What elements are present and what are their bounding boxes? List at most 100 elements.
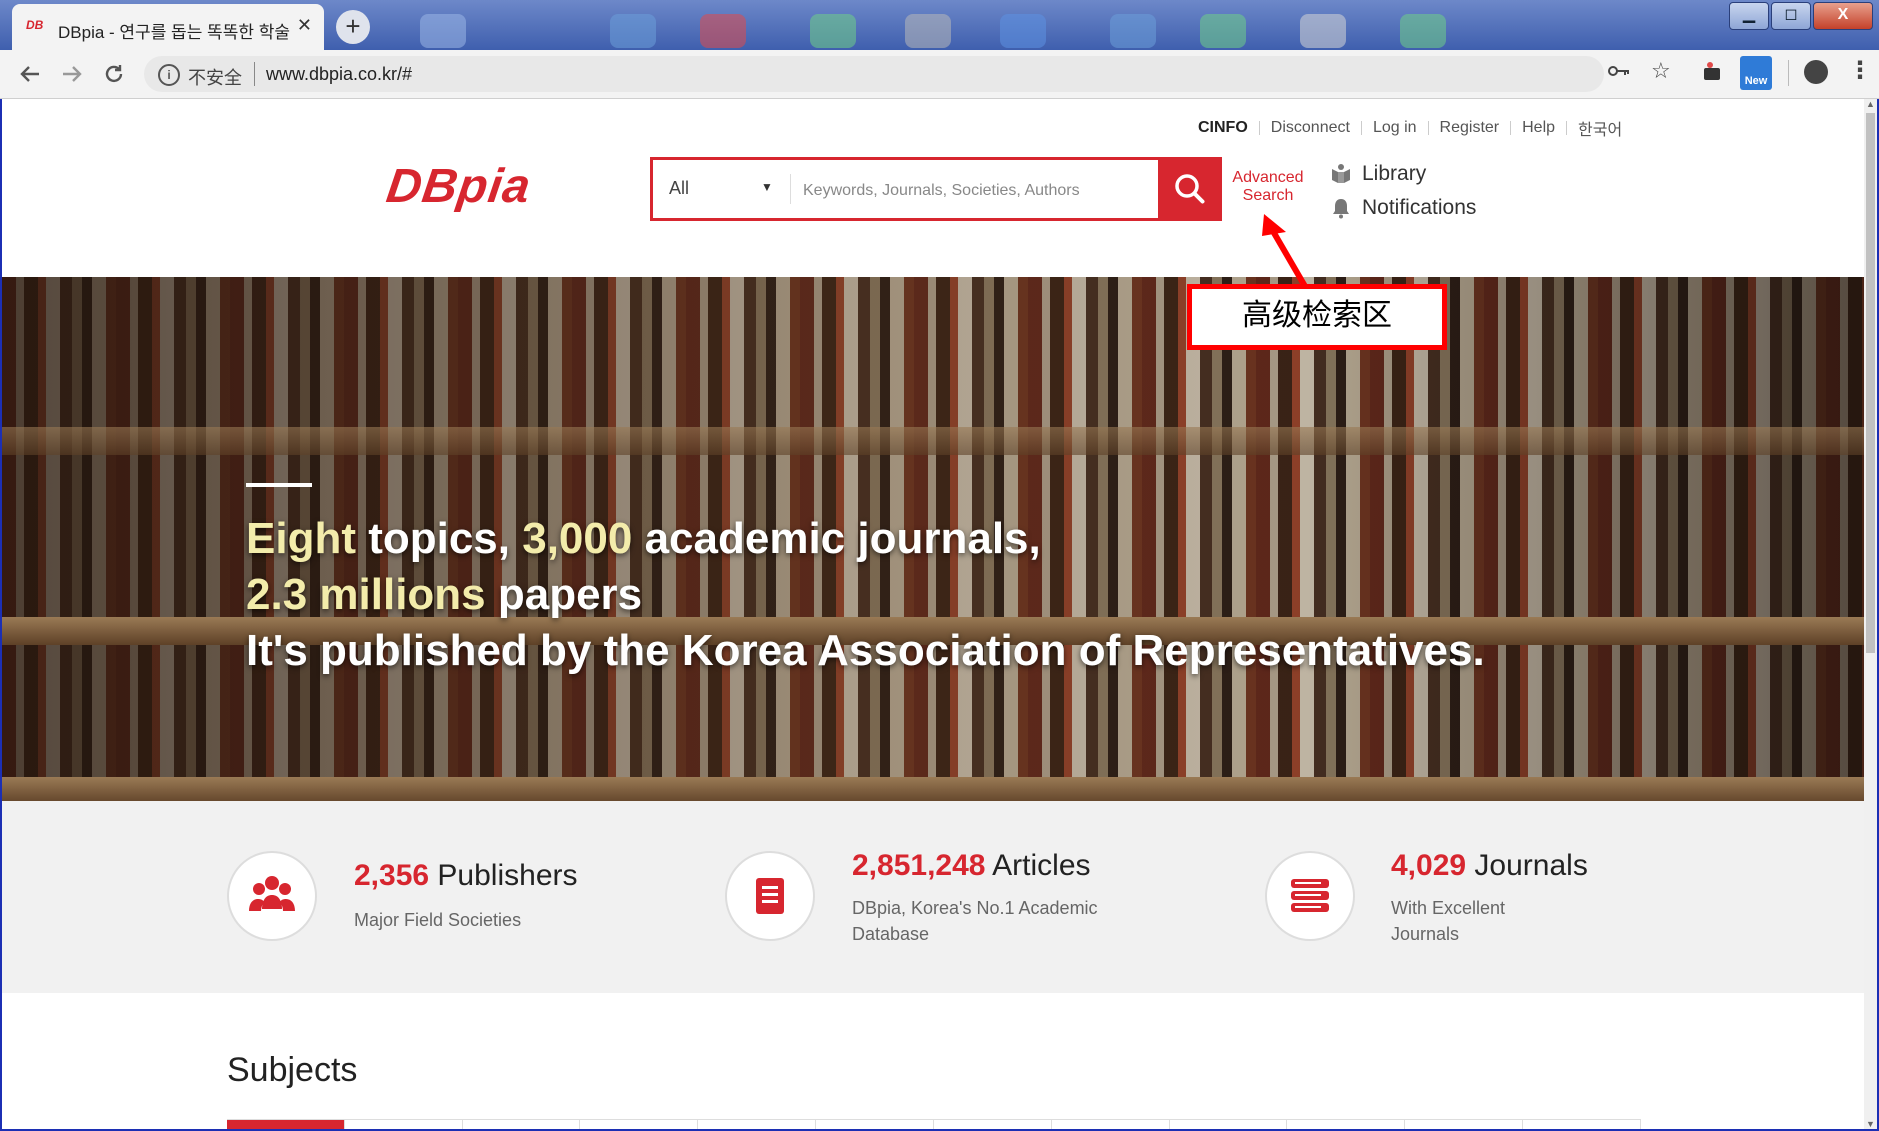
scroll-down-icon[interactable]: ▼: [1866, 1119, 1875, 1129]
subject-tab-active[interactable]: [227, 1120, 345, 1129]
search-separator: [790, 174, 791, 204]
annotation-arrow: [1262, 214, 1309, 290]
toolbar-separator: [1788, 60, 1789, 86]
hero-line-3: It's published by the Korea Association …: [246, 626, 1485, 675]
search-scope-select[interactable]: All: [669, 178, 689, 199]
address-bar[interactable]: i 不安全 www.dbpia.co.kr/#: [144, 56, 1604, 92]
desktop-app-icon: [420, 14, 466, 48]
advanced-search-label-line1: Advanced: [1232, 169, 1304, 186]
hero-line-1: Eight topics, 3,000 academic journals,: [246, 514, 1041, 563]
desktop-app-icon: [610, 14, 656, 48]
language-link[interactable]: 한국어: [1567, 116, 1633, 140]
desktop-app-icon: [810, 14, 856, 48]
utility-links: CINFO Disconnect Log in Register Help 한국…: [1198, 116, 1633, 140]
login-link[interactable]: Log in: [1362, 119, 1428, 137]
new-extension-icon[interactable]: New: [1740, 56, 1772, 90]
desktop-app-icon: [1300, 14, 1346, 48]
articles-count: 2,851,248 Articles: [852, 849, 1091, 882]
register-link[interactable]: Register: [1429, 119, 1511, 137]
bookshelf-decoration: [2, 427, 1864, 455]
subject-tab[interactable]: [580, 1120, 699, 1129]
desktop-app-icon: [1000, 14, 1046, 48]
publishers-desc: Major Field Societies: [354, 910, 522, 930]
new-tab-button[interactable]: +: [336, 10, 370, 44]
search-box: All ▼: [650, 157, 1222, 221]
hero-accent-line: [246, 483, 312, 487]
subject-tab[interactable]: [1523, 1120, 1641, 1129]
insecure-label: 不安全: [188, 68, 242, 88]
arrow-right-icon: [63, 66, 82, 82]
restore-button[interactable]: ◻: [1771, 2, 1811, 30]
subject-tab[interactable]: [1287, 1120, 1406, 1129]
subject-tab[interactable]: [1052, 1120, 1170, 1129]
profile-icon[interactable]: [1804, 60, 1828, 84]
url-separator: [254, 62, 255, 86]
subject-tab[interactable]: [1170, 1120, 1288, 1129]
library-icon: [1332, 164, 1350, 183]
advanced-search-link[interactable]: Advanced Search: [1224, 169, 1312, 205]
close-window-button[interactable]: X: [1813, 2, 1873, 30]
subject-tab[interactable]: [463, 1120, 581, 1129]
books-icon: [1291, 879, 1329, 912]
arrow-left-icon: [20, 66, 39, 82]
desktop-app-icon: [1110, 14, 1156, 48]
subject-tab[interactable]: [934, 1120, 1052, 1129]
hero-headline: Eight topics, 3,000 academic journals, 2…: [246, 511, 1485, 679]
subject-tab[interactable]: [1405, 1120, 1524, 1129]
browser-tab[interactable]: DB DBpia - 연구를 돕는 똑똑한 학술 ✕: [12, 4, 324, 50]
desktop-app-icon: [700, 14, 746, 48]
back-button[interactable]: [14, 58, 46, 90]
window-controls: ▁ ◻ X: [1727, 2, 1873, 30]
document-icon: [756, 878, 784, 914]
search-button[interactable]: [1158, 157, 1222, 221]
key-icon[interactable]: [1608, 62, 1630, 83]
scroll-up-icon[interactable]: ▲: [1866, 99, 1875, 109]
articles-stat-icon: [725, 851, 815, 941]
tab-title: DBpia - 연구를 돕는 똑똑한 학술: [58, 23, 290, 42]
caret-down-icon[interactable]: ▼: [761, 180, 773, 194]
users-icon: [249, 876, 295, 911]
forward-button[interactable]: [56, 58, 88, 90]
desktop-app-icon: [1400, 14, 1446, 48]
minimize-button[interactable]: ▁: [1729, 2, 1769, 30]
screen: DB DBpia - 연구를 돕는 똑똑한 학술 ✕ + ▁ ◻ X i 不安全…: [0, 0, 1879, 1131]
bookshelf-decoration: [2, 777, 1864, 801]
notifications-link[interactable]: Notifications: [1330, 196, 1476, 220]
extension-icon[interactable]: [1702, 60, 1722, 80]
desktop-app-icon: [905, 14, 951, 48]
journals-count: 4,029 Journals: [1391, 849, 1588, 882]
dbpia-logo[interactable]: DBpia: [383, 159, 534, 214]
reload-icon: [105, 65, 123, 83]
scrollbar-thumb[interactable]: [1866, 113, 1875, 653]
url-text[interactable]: www.dbpia.co.kr/#: [266, 64, 412, 85]
journals-stat-icon: [1265, 851, 1355, 941]
bookmark-star-icon[interactable]: ☆: [1651, 58, 1671, 84]
subject-tab[interactable]: [345, 1120, 463, 1129]
info-icon[interactable]: i: [158, 64, 180, 86]
reload-button[interactable]: [98, 58, 130, 90]
publishers-count: 2,356 Publishers: [354, 859, 578, 892]
stats-section: 2,356 Publishers Major Field Societies 2…: [2, 801, 1864, 993]
subject-tabs: [227, 1119, 1641, 1129]
browser-toolbar: i 不安全 www.dbpia.co.kr/#: [0, 50, 1879, 99]
hero-line-2: 2.3 millions papers: [246, 570, 643, 619]
library-link[interactable]: Library: [1330, 162, 1426, 186]
search-icon: [1175, 174, 1205, 204]
disconnect-link[interactable]: Disconnect: [1260, 119, 1361, 137]
subjects-heading: Subjects: [227, 1051, 358, 1089]
subject-tab[interactable]: [816, 1120, 934, 1129]
cinfo-link[interactable]: CINFO: [1198, 119, 1259, 137]
search-input[interactable]: [801, 170, 1105, 212]
desktop-app-icon: [1200, 14, 1246, 48]
publishers-stat-icon: [227, 851, 317, 941]
bell-icon: [1333, 199, 1349, 219]
help-link[interactable]: Help: [1511, 119, 1566, 137]
close-tab-icon[interactable]: ✕: [297, 15, 312, 36]
subject-tab[interactable]: [698, 1120, 817, 1129]
annotation-label: 高级检索区: [1187, 284, 1447, 350]
page-scrollbar[interactable]: ▲ ▼: [1864, 99, 1877, 1129]
browser-menu-icon[interactable]: ⋮: [1848, 56, 1872, 85]
articles-desc: DBpia, Korea's No.1 Academic Database: [852, 898, 1098, 944]
library-label: Library: [1362, 162, 1427, 185]
advanced-search-label-line2: Search: [1242, 187, 1294, 204]
